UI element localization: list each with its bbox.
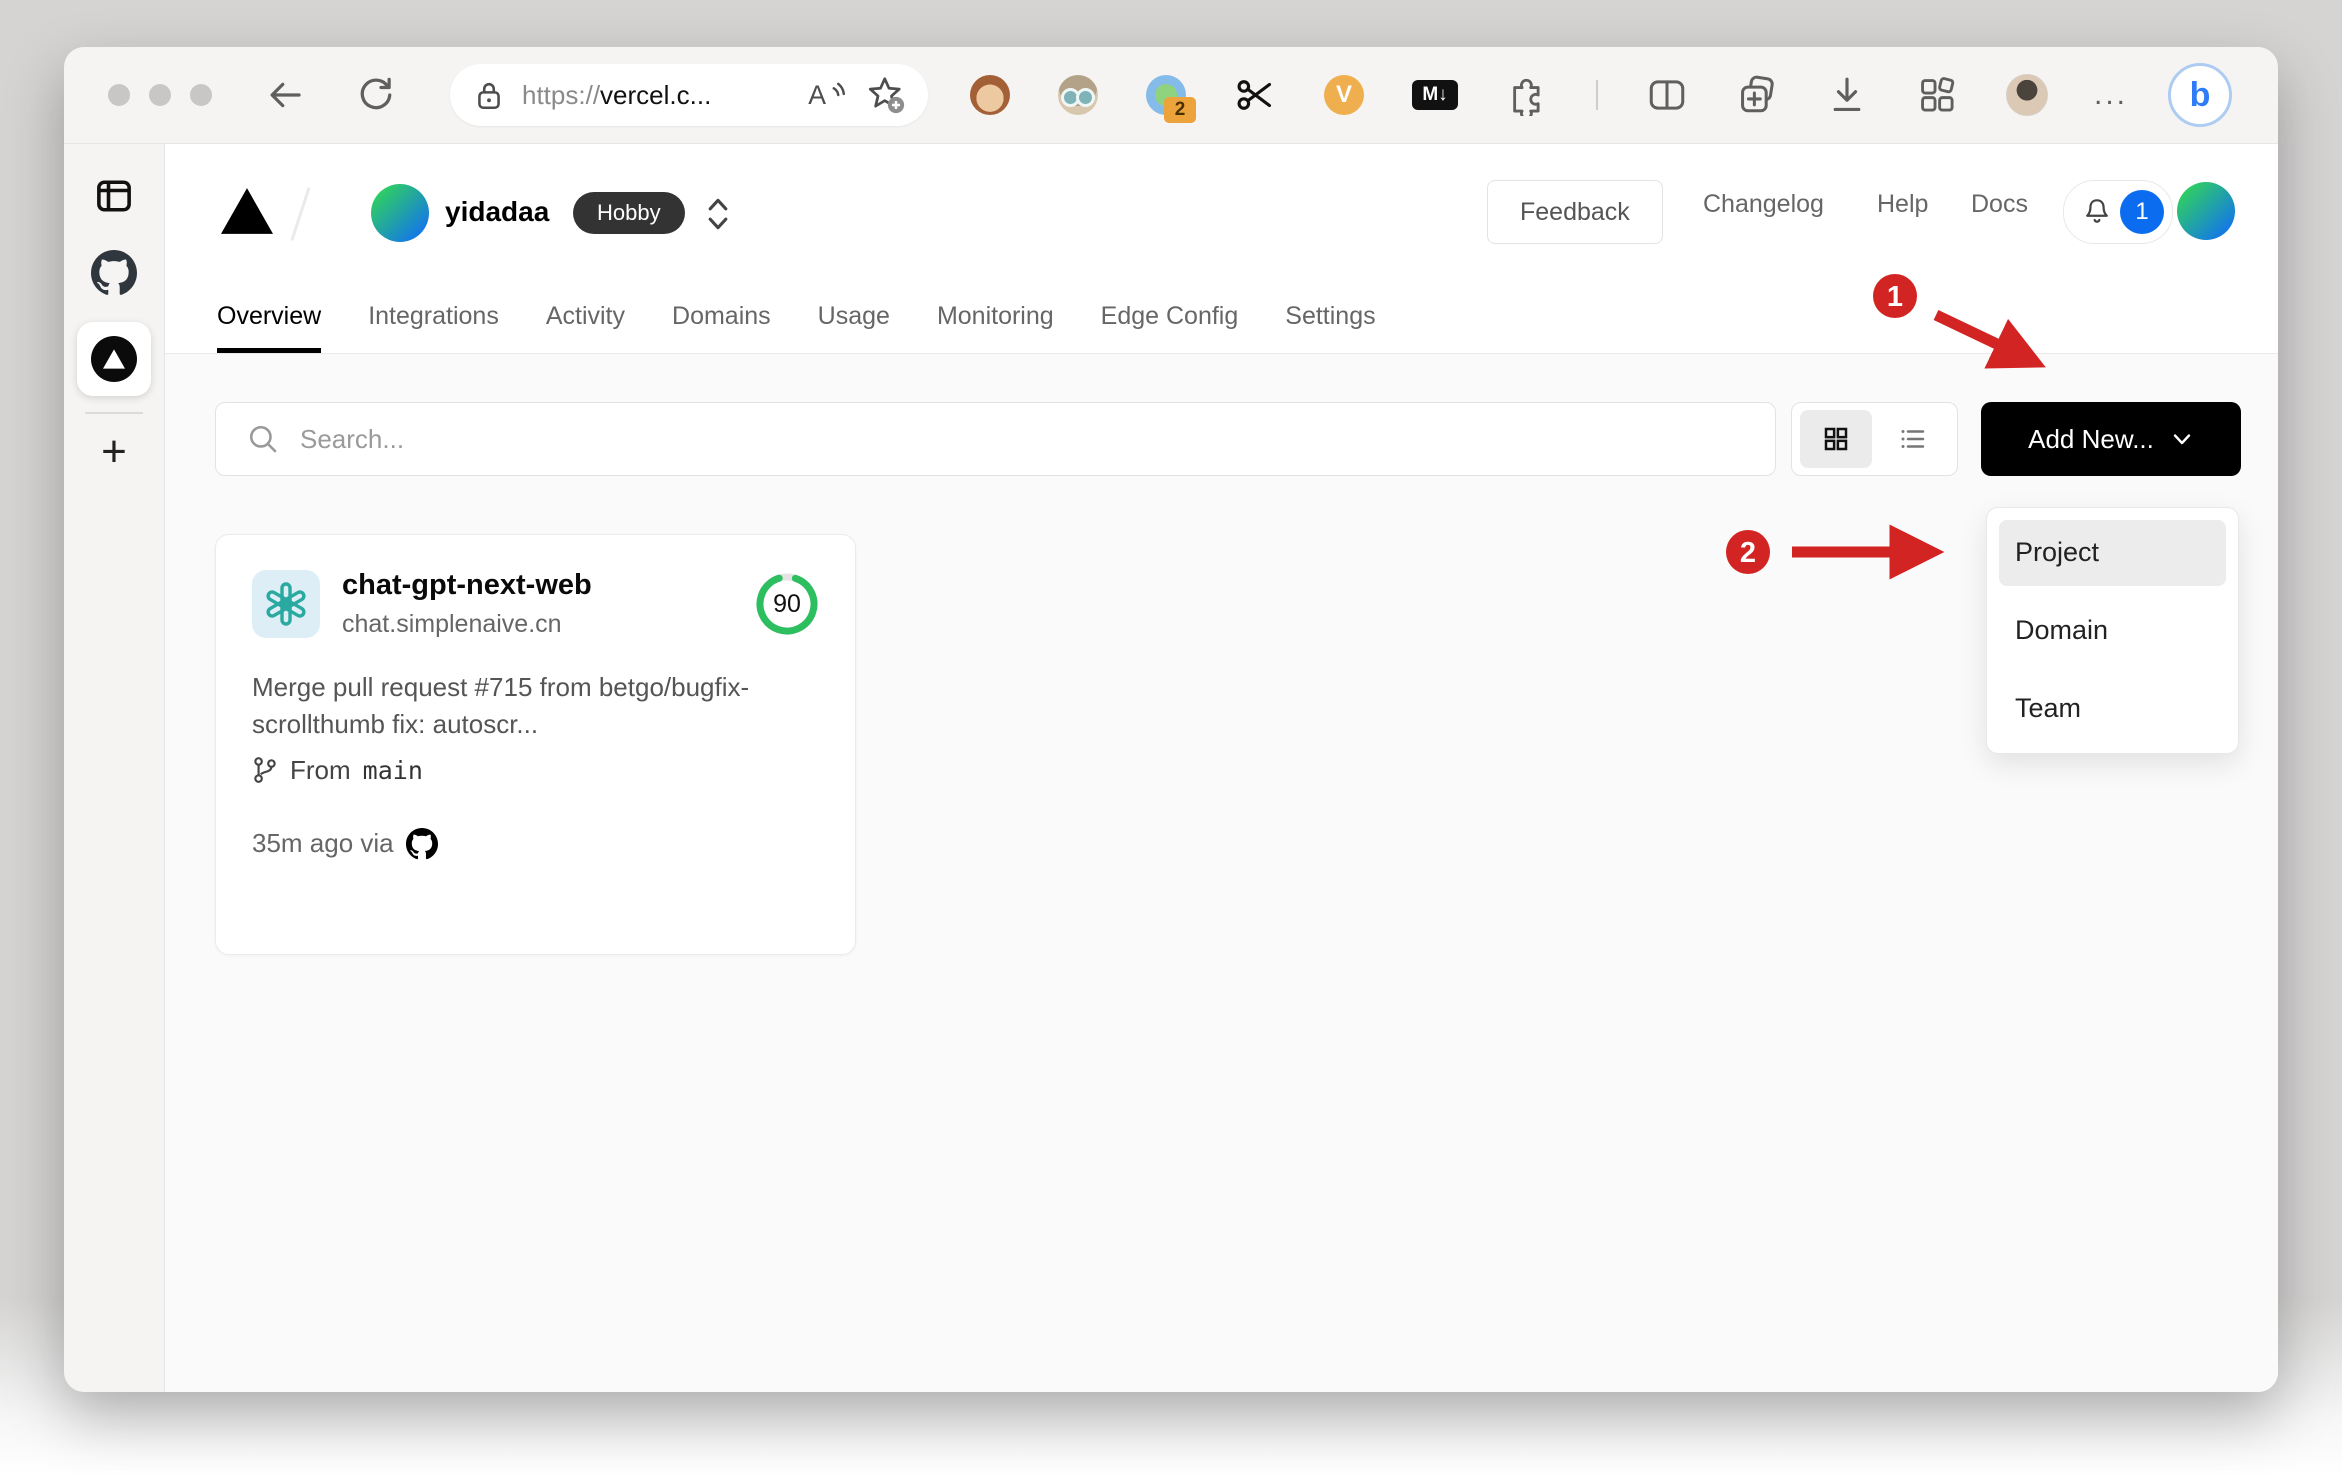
browser-window: https://vercel.c... A 2 V M↓ ... b + yid… bbox=[64, 47, 2278, 1392]
bing-label: b bbox=[2189, 75, 2211, 114]
search-input[interactable] bbox=[298, 422, 1775, 456]
url-scheme: https:// bbox=[522, 79, 601, 110]
dropdown-item-team[interactable]: Team bbox=[1999, 675, 2226, 741]
browser-profile-avatar[interactable] bbox=[2006, 74, 2048, 116]
markdown-extension-label: M↓ bbox=[1422, 84, 1448, 105]
project-domain[interactable]: chat.simplenaive.cn bbox=[342, 610, 592, 639]
chevron-down-icon bbox=[2173, 434, 2191, 445]
score-value: 90 bbox=[773, 589, 801, 618]
url-host: vercel.c... bbox=[600, 79, 712, 110]
branch-name[interactable]: main bbox=[363, 756, 423, 785]
svg-text:A: A bbox=[808, 80, 826, 110]
collections-icon[interactable] bbox=[1736, 74, 1778, 116]
breadcrumb-slash bbox=[290, 186, 311, 242]
tab-usage[interactable]: Usage bbox=[818, 302, 890, 353]
team-name[interactable]: yidadaa bbox=[445, 196, 549, 228]
bell-icon bbox=[2086, 199, 2108, 223]
refresh-icon[interactable] bbox=[356, 75, 396, 115]
address-bar[interactable]: https://vercel.c... A bbox=[450, 64, 928, 126]
dropdown-item-domain[interactable]: Domain bbox=[1999, 598, 2226, 664]
grid-view-icon bbox=[1824, 427, 1848, 451]
openai-logo-icon bbox=[266, 582, 306, 626]
window-controls bbox=[108, 84, 212, 106]
workspaces-icon[interactable] bbox=[92, 174, 136, 218]
project-logo bbox=[252, 570, 320, 638]
bing-chat-icon[interactable]: b bbox=[2168, 63, 2233, 127]
v-extension-label: V bbox=[1335, 81, 1352, 108]
tab-monitoring[interactable]: Monitoring bbox=[937, 302, 1054, 353]
grid-view-button[interactable] bbox=[1800, 410, 1872, 468]
close-window-button[interactable] bbox=[108, 84, 130, 106]
toolbar-divider bbox=[1596, 80, 1598, 110]
tab-edge-config[interactable]: Edge Config bbox=[1101, 302, 1239, 353]
downloads-icon[interactable] bbox=[1826, 74, 1868, 116]
tab-domains[interactable]: Domains bbox=[672, 302, 771, 353]
add-new-dropdown: Project Domain Team bbox=[1986, 507, 2239, 754]
markdown-extension-icon[interactable]: M↓ bbox=[1412, 80, 1458, 110]
browser-toolbar: https://vercel.c... A 2 V M↓ ... b bbox=[64, 47, 2278, 143]
sidebar-divider bbox=[85, 412, 143, 414]
search-bar bbox=[215, 402, 1776, 476]
branch-label: From bbox=[290, 754, 351, 785]
notification-count-badge: 1 bbox=[2120, 190, 2164, 234]
translate-badge: 2 bbox=[1164, 97, 1196, 123]
split-screen-icon[interactable] bbox=[1646, 74, 1688, 116]
dashboard-tabs: Overview Integrations Activity Domains U… bbox=[217, 302, 1376, 353]
back-icon[interactable] bbox=[264, 75, 304, 115]
search-icon bbox=[249, 425, 277, 453]
vercel-logo-icon[interactable] bbox=[221, 188, 273, 239]
v-extension-icon[interactable]: V bbox=[1324, 75, 1364, 115]
docs-link[interactable]: Docs bbox=[1971, 190, 2028, 219]
vercel-header: yidadaa Hobby Feedback Changelog Help Do… bbox=[165, 144, 2278, 354]
dashboard-main: Add New... bbox=[165, 354, 2278, 1392]
feedback-button[interactable]: Feedback bbox=[1487, 180, 1663, 244]
tab-overview[interactable]: Overview bbox=[217, 302, 322, 353]
extensions-puzzle-icon[interactable] bbox=[1506, 74, 1548, 116]
read-aloud-icon[interactable]: A bbox=[806, 77, 846, 113]
git-branch-icon bbox=[254, 757, 276, 784]
list-view-icon bbox=[1901, 430, 1925, 448]
more-menu-icon[interactable]: ... bbox=[2094, 78, 2128, 112]
notifications-button[interactable]: 1 bbox=[2063, 180, 2173, 244]
translate-extension-icon[interactable]: 2 bbox=[1146, 75, 1196, 123]
tab-integrations[interactable]: Integrations bbox=[368, 302, 499, 353]
team-avatar[interactable] bbox=[371, 184, 429, 242]
team-switcher-icon[interactable] bbox=[705, 194, 731, 239]
list-view-button[interactable] bbox=[1877, 410, 1949, 468]
help-link[interactable]: Help bbox=[1877, 190, 1928, 219]
tampermonkey-extension-icon[interactable] bbox=[970, 75, 1010, 115]
plan-badge: Hobby bbox=[573, 192, 685, 234]
dropdown-item-project[interactable]: Project bbox=[1999, 520, 2226, 586]
avatar-extension-icon[interactable] bbox=[1058, 75, 1098, 115]
commit-message[interactable]: Merge pull request #715 from betgo/bugfi… bbox=[252, 669, 817, 743]
vercel-page: yidadaa Hobby Feedback Changelog Help Do… bbox=[164, 143, 2278, 1392]
lighthouse-score[interactable]: 90 bbox=[755, 572, 819, 636]
tab-settings[interactable]: Settings bbox=[1285, 302, 1375, 353]
add-new-button[interactable]: Add New... bbox=[1981, 402, 2241, 476]
add-new-label: Add New... bbox=[2028, 423, 2154, 454]
browser-sidebar: + bbox=[64, 143, 164, 1392]
view-toggle bbox=[1791, 402, 1958, 476]
add-favorite-icon[interactable] bbox=[866, 75, 906, 115]
vercel-tab-icon[interactable] bbox=[77, 322, 151, 396]
scissors-extension-icon[interactable] bbox=[1234, 74, 1276, 116]
url-text: https://vercel.c... bbox=[522, 80, 806, 111]
zoom-window-button[interactable] bbox=[190, 84, 212, 106]
changelog-link[interactable]: Changelog bbox=[1703, 190, 1824, 219]
minimize-window-button[interactable] bbox=[149, 84, 171, 106]
project-card[interactable]: chat-gpt-next-web chat.simplenaive.cn 90… bbox=[215, 534, 856, 955]
tab-activity[interactable]: Activity bbox=[546, 302, 625, 353]
user-avatar[interactable] bbox=[2177, 182, 2235, 240]
lock-icon bbox=[478, 82, 500, 110]
github-tab-icon[interactable] bbox=[91, 250, 137, 296]
project-name[interactable]: chat-gpt-next-web bbox=[342, 569, 592, 602]
apps-grid-icon[interactable] bbox=[1916, 74, 1958, 116]
new-tab-icon[interactable]: + bbox=[101, 430, 127, 474]
github-icon bbox=[405, 827, 438, 860]
deploy-time: 35m ago via bbox=[252, 828, 394, 859]
extensions-row: 2 V M↓ bbox=[970, 74, 2048, 123]
